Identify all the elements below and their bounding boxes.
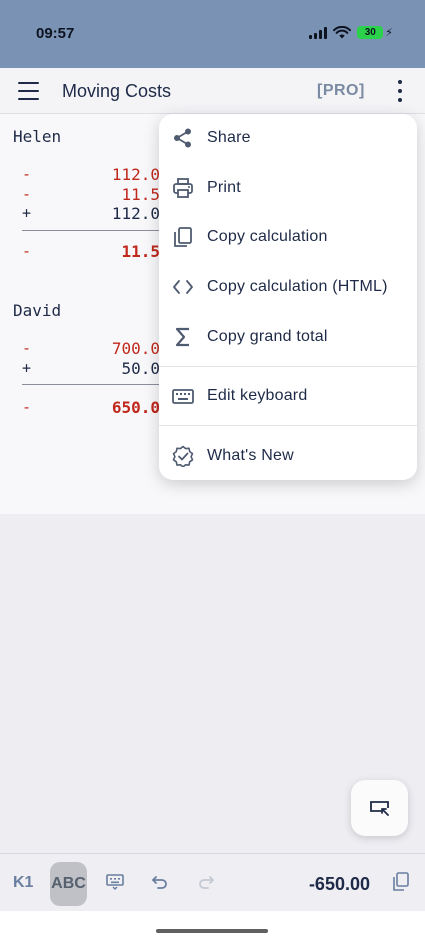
select-cursor-icon bbox=[369, 801, 389, 816]
code-icon bbox=[171, 275, 195, 299]
amount-line: 112.0 bbox=[111, 204, 160, 223]
menu-item-label: Share bbox=[207, 129, 251, 146]
overflow-menu: Share Print Copy calculation Copy calcul… bbox=[159, 114, 417, 480]
operator: - bbox=[22, 242, 32, 260]
menu-item-copy-calculation[interactable]: Copy calculation bbox=[159, 213, 417, 261]
pro-badge[interactable]: [PRO] bbox=[317, 82, 365, 100]
printer-icon bbox=[171, 176, 195, 200]
menu-item-copy-grand-total[interactable]: Copy grand total bbox=[159, 313, 417, 361]
subtotal: 650.0 bbox=[111, 398, 160, 417]
person-name: David bbox=[13, 301, 62, 320]
operator: + bbox=[22, 359, 32, 377]
menu-item-label: What's New bbox=[207, 447, 294, 464]
keyboard-icon bbox=[171, 384, 195, 408]
total-divider bbox=[22, 384, 162, 385]
total-divider bbox=[22, 230, 162, 231]
hamburger-menu-icon[interactable] bbox=[18, 82, 39, 100]
subtotal: 11.5 bbox=[121, 242, 160, 261]
operator: - bbox=[22, 398, 32, 416]
app-bar: Moving Costs [PRO] bbox=[0, 68, 425, 114]
grand-total: -650.00 bbox=[308, 874, 370, 894]
menu-item-print[interactable]: Print bbox=[159, 164, 417, 212]
status-bar: 09:57 30 ⚡ bbox=[0, 0, 425, 68]
system-navigation-bar bbox=[0, 911, 425, 949]
bottom-toolbar: K1 ABC -650.00 bbox=[0, 853, 425, 911]
keyboard-abc-button[interactable]: ABC bbox=[50, 862, 87, 906]
menu-divider bbox=[159, 366, 417, 367]
verified-badge-icon bbox=[171, 444, 195, 468]
sigma-icon bbox=[171, 325, 195, 349]
select-area-button[interactable] bbox=[351, 780, 408, 836]
operator: - bbox=[22, 185, 32, 203]
operator: - bbox=[22, 339, 32, 357]
copy-total-icon[interactable] bbox=[390, 871, 412, 893]
home-indicator[interactable] bbox=[156, 929, 268, 933]
menu-item-label: Edit keyboard bbox=[207, 387, 308, 404]
operator: - bbox=[22, 165, 32, 183]
share-icon bbox=[171, 126, 195, 150]
copy-icon bbox=[171, 225, 195, 249]
menu-item-label: Print bbox=[207, 179, 241, 196]
amount-line: 112.0 bbox=[111, 165, 160, 184]
menu-item-label: Copy grand total bbox=[207, 328, 328, 345]
amount-line: 11.5 bbox=[121, 185, 160, 204]
operator: + bbox=[22, 204, 32, 222]
battery-icon: 30 bbox=[357, 26, 384, 39]
hide-keyboard-icon[interactable] bbox=[104, 871, 126, 893]
status-time: 09:57 bbox=[36, 25, 75, 42]
amount-line: 700.0 bbox=[111, 339, 160, 358]
menu-item-share[interactable]: Share bbox=[159, 114, 417, 162]
undo-icon[interactable] bbox=[149, 871, 171, 893]
menu-item-edit-keyboard[interactable]: Edit keyboard bbox=[159, 372, 417, 420]
more-vert-icon[interactable] bbox=[392, 80, 408, 102]
status-icons: 30 ⚡ bbox=[309, 26, 393, 39]
keyboard-k1-button[interactable]: K1 bbox=[13, 874, 33, 892]
page-title: Moving Costs bbox=[62, 81, 172, 101]
cellular-signal-icon bbox=[309, 26, 328, 39]
charging-bolt-icon: ⚡ bbox=[385, 27, 393, 39]
menu-item-label: Copy calculation bbox=[207, 228, 328, 245]
redo-icon[interactable] bbox=[195, 871, 217, 893]
wifi-icon bbox=[333, 26, 352, 39]
amount-line: 50.0 bbox=[121, 359, 160, 378]
menu-divider bbox=[159, 425, 417, 426]
menu-item-copy-calculation-html[interactable]: Copy calculation (HTML) bbox=[159, 263, 417, 311]
person-name: Helen bbox=[13, 127, 62, 146]
menu-item-whats-new[interactable]: What's New bbox=[159, 432, 417, 480]
menu-item-label: Copy calculation (HTML) bbox=[207, 278, 388, 295]
